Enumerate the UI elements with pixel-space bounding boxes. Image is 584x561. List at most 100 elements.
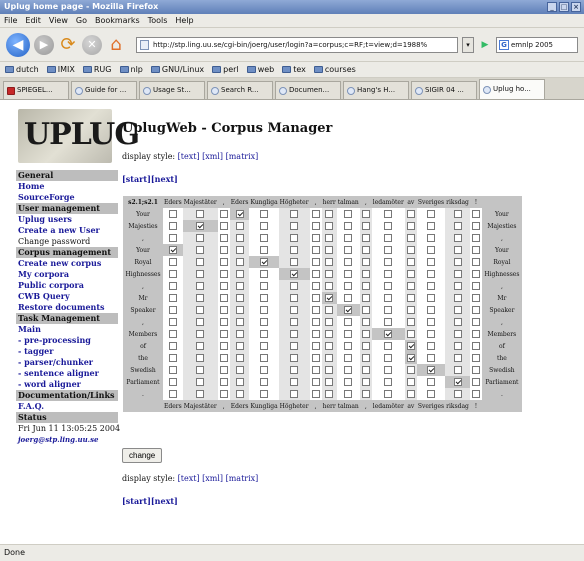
alignment-checkbox[interactable]: [260, 258, 269, 266]
alignment-checkbox[interactable]: [426, 306, 435, 314]
alignment-checkbox[interactable]: [235, 390, 244, 398]
alignment-checkbox[interactable]: [426, 330, 435, 338]
alignment-checkbox[interactable]: [453, 330, 462, 338]
alignment-checkbox[interactable]: [453, 294, 462, 302]
alignment-checkbox[interactable]: [290, 330, 299, 338]
alignment-checkbox[interactable]: [219, 246, 228, 254]
alignment-checkbox[interactable]: [344, 330, 353, 338]
alignment-checkbox[interactable]: [325, 246, 334, 254]
menu-item-edit[interactable]: Edit: [25, 14, 41, 27]
alignment-checkbox[interactable]: [453, 258, 462, 266]
alignment-checkbox[interactable]: [196, 366, 205, 374]
alignment-checkbox[interactable]: [453, 282, 462, 290]
alignment-checkbox[interactable]: [235, 270, 244, 278]
alignment-checkbox[interactable]: [453, 318, 462, 326]
alignment-checkbox[interactable]: [406, 354, 415, 362]
alignment-checkbox[interactable]: [290, 222, 299, 230]
bookmark-web[interactable]: web: [246, 65, 274, 74]
alignment-checkbox[interactable]: [426, 222, 435, 230]
alignment-checkbox[interactable]: [453, 234, 462, 242]
sidebar-link[interactable]: Uplug users: [16, 214, 118, 225]
alignment-checkbox[interactable]: [325, 390, 334, 398]
alignment-checkbox[interactable]: [235, 378, 244, 386]
alignment-checkbox[interactable]: [426, 210, 435, 218]
alignment-checkbox[interactable]: [426, 282, 435, 290]
alignment-checkbox[interactable]: [235, 330, 244, 338]
alignment-checkbox[interactable]: [406, 258, 415, 266]
alignment-checkbox[interactable]: [406, 390, 415, 398]
alignment-checkbox[interactable]: [311, 390, 320, 398]
alignment-checkbox[interactable]: [453, 222, 462, 230]
alignment-checkbox[interactable]: [471, 246, 480, 254]
alignment-checkbox[interactable]: [471, 366, 480, 374]
alignment-checkbox[interactable]: [406, 222, 415, 230]
url-dropdown-icon[interactable]: ▾: [462, 36, 474, 53]
alignment-checkbox[interactable]: [290, 210, 299, 218]
alignment-checkbox[interactable]: [311, 294, 320, 302]
sidebar-link[interactable]: Home: [16, 181, 118, 192]
alignment-checkbox[interactable]: [290, 246, 299, 254]
alignment-checkbox[interactable]: [471, 294, 480, 302]
alignment-checkbox[interactable]: [406, 342, 415, 350]
alignment-checkbox[interactable]: [384, 294, 393, 302]
alignment-checkbox[interactable]: [311, 306, 320, 314]
alignment-checkbox[interactable]: [361, 222, 370, 230]
alignment-checkbox[interactable]: [219, 282, 228, 290]
alignment-checkbox[interactable]: [384, 222, 393, 230]
alignment-checkbox[interactable]: [235, 342, 244, 350]
alignment-checkbox[interactable]: [196, 330, 205, 338]
alignment-checkbox[interactable]: [361, 354, 370, 362]
sidebar-link[interactable]: SourceForge: [16, 192, 118, 203]
display-matrix-link[interactable]: [matrix]: [226, 152, 259, 161]
alignment-checkbox[interactable]: [290, 294, 299, 302]
alignment-checkbox[interactable]: [168, 366, 177, 374]
alignment-checkbox[interactable]: [235, 246, 244, 254]
alignment-checkbox[interactable]: [196, 282, 205, 290]
alignment-checkbox[interactable]: [311, 222, 320, 230]
menu-item-file[interactable]: File: [4, 14, 17, 27]
sidebar-link[interactable]: - sentence aligner: [16, 368, 118, 379]
sidebar-link[interactable]: Public corpora: [16, 280, 118, 291]
alignment-checkbox[interactable]: [196, 354, 205, 362]
alignment-checkbox[interactable]: [196, 378, 205, 386]
alignment-checkbox[interactable]: [453, 342, 462, 350]
alignment-checkbox[interactable]: [406, 282, 415, 290]
alignment-checkbox[interactable]: [453, 390, 462, 398]
alignment-checkbox[interactable]: [168, 222, 177, 230]
alignment-checkbox[interactable]: [290, 354, 299, 362]
alignment-checkbox[interactable]: [290, 234, 299, 242]
alignment-checkbox[interactable]: [168, 318, 177, 326]
alignment-checkbox[interactable]: [260, 294, 269, 302]
sidebar-link[interactable]: - word aligner: [16, 379, 118, 390]
alignment-checkbox[interactable]: [325, 342, 334, 350]
alignment-checkbox[interactable]: [384, 318, 393, 326]
start-link[interactable]: [start]: [122, 496, 151, 506]
go-icon[interactable]: ▶: [478, 37, 492, 53]
alignment-checkbox[interactable]: [219, 330, 228, 338]
alignment-checkbox[interactable]: [426, 234, 435, 242]
alignment-checkbox[interactable]: [384, 258, 393, 266]
alignment-checkbox[interactable]: [235, 222, 244, 230]
alignment-checkbox[interactable]: [290, 378, 299, 386]
forward-arrow-icon[interactable]: ▶: [34, 34, 54, 55]
alignment-checkbox[interactable]: [290, 306, 299, 314]
alignment-checkbox[interactable]: [361, 318, 370, 326]
alignment-checkbox[interactable]: [290, 270, 299, 278]
alignment-checkbox[interactable]: [325, 354, 334, 362]
bookmark-tex[interactable]: tex: [282, 65, 306, 74]
browser-tab[interactable]: Hang's H...: [343, 81, 409, 99]
alignment-checkbox[interactable]: [426, 246, 435, 254]
alignment-checkbox[interactable]: [196, 234, 205, 242]
alignment-checkbox[interactable]: [219, 210, 228, 218]
alignment-checkbox[interactable]: [471, 234, 480, 242]
alignment-checkbox[interactable]: [384, 330, 393, 338]
alignment-checkbox[interactable]: [311, 210, 320, 218]
reload-icon[interactable]: ⟳: [58, 33, 78, 57]
alignment-checkbox[interactable]: [406, 270, 415, 278]
url-input[interactable]: http://stp.ling.uu.se/cgi-bin/joerg/user…: [136, 36, 458, 53]
alignment-checkbox[interactable]: [325, 330, 334, 338]
alignment-checkbox[interactable]: [168, 234, 177, 242]
alignment-checkbox[interactable]: [406, 306, 415, 314]
sidebar-link[interactable]: - tagger: [16, 346, 118, 357]
alignment-checkbox[interactable]: [361, 342, 370, 350]
